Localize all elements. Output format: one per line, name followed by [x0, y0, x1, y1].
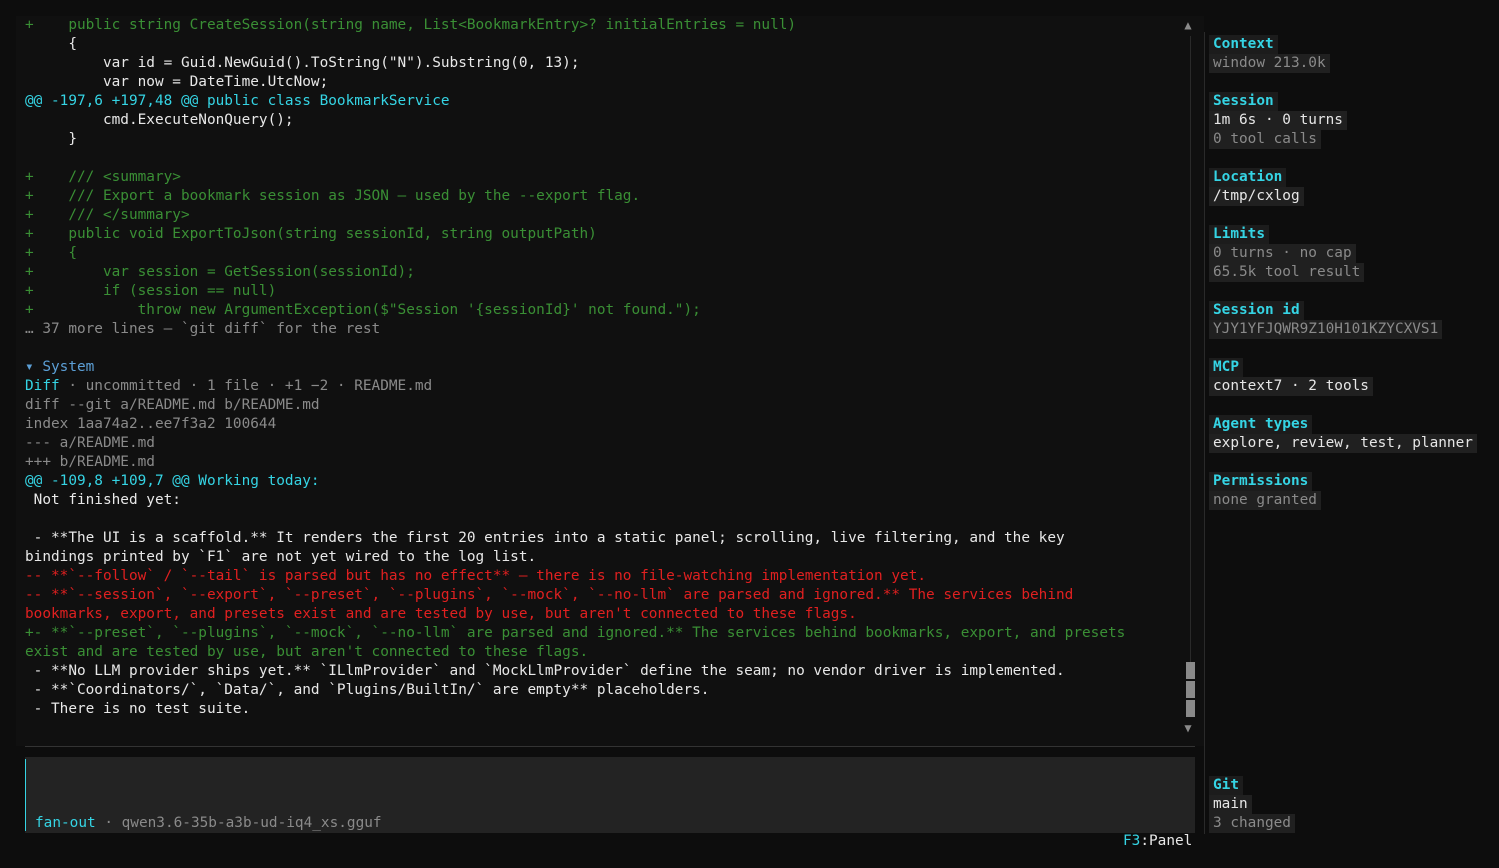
- limits-turns: 0 turns · no cap: [1209, 244, 1356, 263]
- permissions-title: Permissions: [1209, 472, 1313, 491]
- transcript-line: @@ -197,6 +197,48 @@ public class Bookma…: [25, 93, 450, 109]
- diff-summary: · uncommitted · 1 file · +1 −2 · README.…: [59, 378, 433, 394]
- transcript-line: @@ -109,8 +109,7 @@ Working today:: [25, 473, 320, 489]
- transcript-line: --- a/README.md: [25, 435, 155, 451]
- transcript-line: + throw new ArgumentException($"Session …: [25, 302, 701, 318]
- transcript-line: … 37 more lines — `git diff` for the res…: [25, 321, 381, 337]
- transcript-line: var id = Guid.NewGuid().ToString("N").Su…: [25, 55, 580, 71]
- diff-label: Diff: [25, 378, 60, 394]
- permissions-value: none granted: [1209, 491, 1321, 510]
- transcript-line: Diff · uncommitted · 1 file · +1 −2 · RE…: [25, 377, 432, 396]
- context-title: Context: [1209, 35, 1278, 54]
- scroll-up-arrow-icon[interactable]: ▲: [1182, 18, 1194, 32]
- transcript-pane[interactable]: + public string CreateSession(string nam…: [16, 16, 1204, 746]
- agent-types-title: Agent types: [1209, 415, 1313, 434]
- mcp-title: MCP: [1209, 358, 1243, 377]
- input-status-line: fan-out · qwen3.6-35b-a3b-ud-iq4_xs.gguf: [35, 814, 382, 833]
- prompt-input[interactable]: fan-out · qwen3.6-35b-a3b-ud-iq4_xs.gguf: [25, 757, 1195, 833]
- session-duration: 1m 6s · 0 turns: [1209, 111, 1347, 130]
- transcript-line: -- **`--session`, `--export`, `--preset`…: [25, 587, 1074, 603]
- panel-key: F3: [1123, 833, 1141, 849]
- panel-key-label: :Panel: [1140, 833, 1193, 849]
- transcript-line: +++ b/README.md: [25, 454, 155, 470]
- transcript-line: + /// <summary>: [25, 169, 181, 185]
- transcript-line: + /// Export a bookmark session as JSON …: [25, 188, 641, 204]
- mcp-value: context7 · 2 tools: [1209, 377, 1373, 396]
- git-changed: 3 changed: [1209, 814, 1295, 833]
- location-title: Location: [1209, 168, 1287, 187]
- session-id-value: YJY1YFJQWR9Z10H101KZYCXVS1: [1209, 320, 1443, 339]
- transcript-line: + if (session == null): [25, 283, 277, 299]
- transcript-line: -- **`--follow` / `--tail` is parsed but…: [25, 568, 927, 584]
- transcript-line: ▾ System: [25, 359, 95, 375]
- git-title: Git: [1209, 776, 1243, 795]
- location-value: /tmp/cxlog: [1209, 187, 1304, 206]
- transcript-line: + /// </summary>: [25, 207, 190, 223]
- panel-separator: [1204, 32, 1205, 834]
- mode-label[interactable]: fan-out: [35, 815, 96, 831]
- transcript-line: + public void ExportToJson(string sessio…: [25, 226, 597, 242]
- session-id-title: Session id: [1209, 301, 1304, 320]
- scroll-down-arrow-icon[interactable]: ▼: [1182, 721, 1194, 735]
- transcript-line: - **The UI is a scaffold.** It renders t…: [25, 530, 1065, 546]
- transcript-line: - **No LLM provider ships yet.** `ILlmPr…: [25, 663, 1065, 679]
- transcript-line: }: [25, 131, 77, 147]
- model-label: · qwen3.6-35b-a3b-ud-iq4_xs.gguf: [95, 815, 382, 831]
- transcript-line: diff --git a/README.md b/README.md: [25, 397, 320, 413]
- transcript-line: +- **`--preset`, `--plugins`, `--mock`, …: [25, 625, 1126, 641]
- session-title: Session: [1209, 92, 1278, 111]
- agent-types-value: explore, review, test, planner: [1209, 434, 1477, 453]
- transcript-line: var now = DateTime.UtcNow;: [25, 74, 329, 90]
- transcript-line: {: [25, 36, 77, 52]
- transcript-line: bookmarks, export, and presets exist and…: [25, 606, 857, 622]
- composer-divider: [25, 746, 1195, 747]
- scrollbar-track[interactable]: [1190, 36, 1191, 716]
- transcript-line: - There is no test suite.: [25, 701, 251, 717]
- transcript-line: Not finished yet:: [25, 492, 181, 508]
- panel-toggle-hint[interactable]: F3:Panel: [1123, 832, 1192, 851]
- transcript-line: exist and are tested by use, but aren't …: [25, 644, 589, 660]
- transcript-line: + {: [25, 245, 77, 261]
- transcript-line: + var session = GetSession(sessionId);: [25, 264, 415, 280]
- transcript-line: - **`Coordinators/`, `Data/`, and `Plugi…: [25, 682, 710, 698]
- git-branch: main: [1209, 795, 1252, 814]
- session-tool-calls: 0 tool calls: [1209, 130, 1321, 149]
- context-value: window 213.0k: [1209, 54, 1330, 73]
- limits-title: Limits: [1209, 225, 1269, 244]
- transcript-line: bindings printed by `F1` are not yet wir…: [25, 549, 537, 565]
- transcript-line: + public string CreateSession(string nam…: [25, 17, 797, 33]
- transcript-line: cmd.ExecuteNonQuery();: [25, 112, 294, 128]
- transcript-line: index 1aa74a2..ee7f3a2 100644: [25, 416, 277, 432]
- limits-tool-result: 65.5k tool result: [1209, 263, 1365, 282]
- scrollbar-thumb[interactable]: [1186, 662, 1195, 718]
- input-cursor-bar: [25, 759, 26, 831]
